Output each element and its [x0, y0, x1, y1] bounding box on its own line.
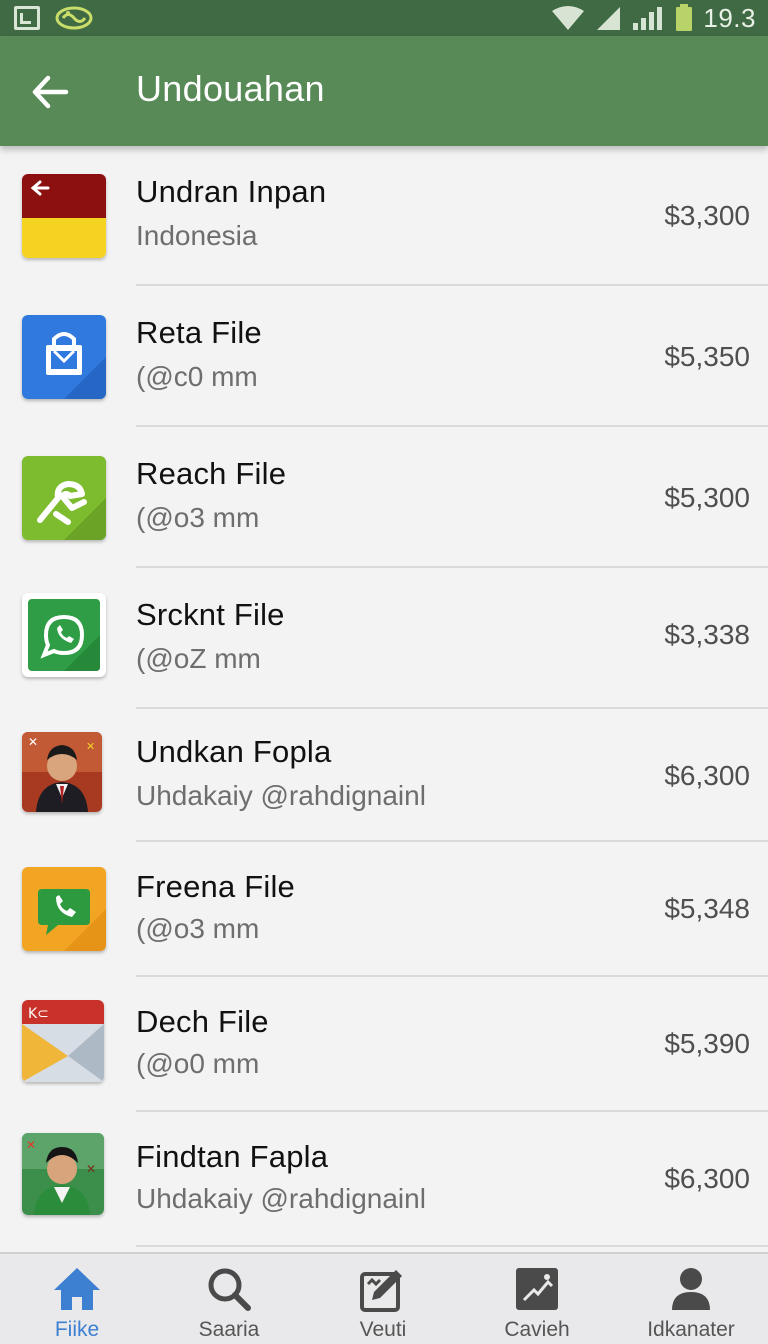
list-item[interactable]: Reta File (@c0 mm $5,350 [0, 287, 768, 427]
item-title: Freena File [136, 869, 295, 904]
shopping-bag-icon [22, 315, 106, 399]
item-subtitle: Uhdakaiy @rahdignainl [136, 780, 426, 811]
item-price: $5,348 [664, 893, 750, 924]
svg-text:✕: ✕ [28, 735, 38, 749]
item-subtitle: (@o3 mm [136, 502, 260, 533]
status-time: 19.3 [703, 2, 756, 33]
item-title: Reta File [136, 315, 262, 350]
divider [136, 425, 768, 427]
item-price: $3,338 [664, 619, 750, 650]
whatsapp-icon [22, 593, 106, 677]
list-item[interactable]: ✕ ✕ Undkan Fopla Uhdakaiy @rahdignainl $… [0, 710, 768, 842]
indonesia-flag-icon [22, 174, 106, 258]
status-bar: 19.3 [0, 0, 768, 36]
item-title: Undkan Fopla [136, 734, 332, 769]
svg-text:✕: ✕ [86, 740, 95, 753]
signal-triangle-icon [597, 7, 621, 30]
home-icon [54, 1268, 100, 1310]
divider [136, 566, 768, 568]
bottom-nav: Fiike Saaria Veuti Cavieh Idkanater [0, 1252, 768, 1344]
nav-item-profile[interactable]: Idkanater [614, 1254, 768, 1344]
nav-item-search[interactable]: Saaria [152, 1254, 306, 1344]
svg-text:✕: ✕ [86, 1162, 96, 1176]
divider [136, 975, 768, 977]
nav-label: Cavieh [504, 1318, 570, 1341]
portrait-green-icon: ✕ ✕ [22, 1133, 104, 1215]
page-title: Undouahan [136, 68, 325, 109]
svg-text:K⊂: K⊂ [28, 1006, 49, 1022]
envelope-icon: K⊂ [22, 1000, 104, 1082]
battery-icon [676, 4, 693, 31]
item-title: Findtan Fapla [136, 1139, 329, 1174]
item-price: $5,300 [664, 482, 750, 513]
nav-item-home[interactable]: Fiike [0, 1254, 154, 1344]
nav-label: Fiike [54, 1318, 100, 1341]
nav-label: Idkanater [647, 1318, 735, 1341]
wifi-icon [552, 6, 585, 30]
phone-chat-icon [22, 867, 106, 951]
nav-label: Veuti [359, 1318, 407, 1341]
divider [136, 840, 768, 842]
item-subtitle: (@o3 mm [136, 913, 260, 944]
list-item[interactable]: Undran Inpan Indonesia $3,300 [0, 146, 768, 286]
list-item[interactable]: ✕ ✕ Findtan Fapla Uhdakaiy @rahdignainl … [0, 1113, 768, 1247]
nav-item-photo[interactable]: Cavieh [460, 1254, 614, 1344]
list-item[interactable]: Srcknt File (@oZ mm $3,338 [0, 569, 768, 709]
status-bar-right: 19.3 [551, 0, 756, 36]
portrait-icon: ✕ ✕ [22, 732, 102, 812]
svg-text:✕: ✕ [26, 1138, 36, 1152]
item-price: $3,300 [664, 200, 750, 231]
item-subtitle: Indonesia [136, 220, 258, 251]
item-title: Dech File [136, 1004, 269, 1039]
item-subtitle: Uhdakaiy @rahdignainl [136, 1183, 426, 1214]
item-price: $5,350 [664, 341, 750, 372]
list-item[interactable]: Reach File (@o3 mm $5,300 [0, 428, 768, 568]
edit-icon [360, 1270, 402, 1312]
list-item[interactable]: Freena File (@o3 mm $5,348 [0, 843, 768, 977]
nav-label: Saaria [198, 1318, 260, 1341]
item-title: Undran Inpan [136, 174, 327, 209]
divider [136, 284, 768, 286]
item-subtitle: (@c0 mm [136, 361, 258, 392]
search-icon [208, 1268, 251, 1311]
divider [136, 1110, 768, 1112]
handshake-icon [22, 456, 106, 540]
divider [136, 1245, 768, 1247]
person-icon [672, 1268, 710, 1310]
item-title: Reach File [136, 456, 287, 491]
status-bar-left [14, 4, 94, 32]
item-subtitle: (@oZ mm [136, 643, 261, 674]
signal-icon [633, 7, 663, 30]
item-title: Srcknt File [136, 597, 285, 632]
nav-item-edit[interactable]: Veuti [306, 1254, 460, 1344]
divider [136, 707, 768, 709]
list-item[interactable]: K⊂ Dech File (@o0 mm $5,390 [0, 978, 768, 1112]
app-logo-icon [55, 6, 93, 30]
app-bar: Undouahan [0, 36, 768, 146]
photo-icon [516, 1268, 558, 1310]
item-price: $5,390 [664, 1028, 750, 1059]
screenshot-icon [14, 6, 40, 30]
back-button[interactable] [26, 68, 74, 116]
item-subtitle: (@o0 mm [136, 1048, 260, 1079]
item-price: $6,300 [664, 760, 750, 791]
item-price: $6,300 [664, 1163, 750, 1194]
arrow-left-icon [32, 75, 69, 109]
